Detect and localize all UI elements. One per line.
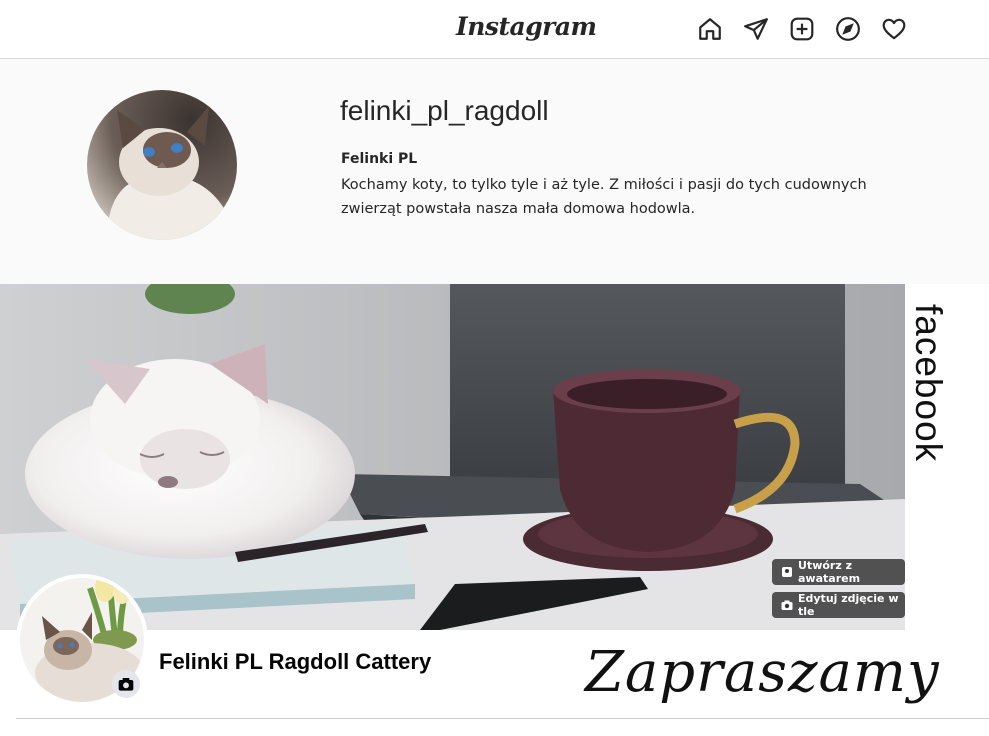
instagram-profile-header: felinki_pl_ragdoll Felinki PL Kochamy ko… — [0, 59, 989, 284]
edit-cover-photo-label: Edytuj zdjęcie w tle — [798, 592, 899, 618]
tagline: Zapraszamy — [585, 640, 940, 705]
create-with-avatar-label: Utwórz z awatarem — [798, 559, 861, 585]
activity-icon[interactable] — [881, 16, 907, 42]
instagram-full-name: Felinki PL — [341, 151, 418, 167]
direct-icon[interactable] — [743, 16, 769, 42]
update-profile-photo-button[interactable] — [112, 670, 140, 698]
instagram-username: felinki_pl_ragdoll — [340, 95, 549, 126]
instagram-bio: Kochamy koty, to tylko tyle i aż tyle. Z… — [341, 177, 867, 217]
new-post-icon[interactable] — [789, 16, 815, 42]
instagram-top-bar: Instagram — [0, 0, 989, 59]
divider — [16, 718, 989, 719]
instagram-logo[interactable]: Instagram — [456, 12, 597, 41]
camera-icon — [781, 600, 793, 610]
facebook-page-name: Felinki PL Ragdoll Cattery — [159, 649, 432, 674]
home-icon[interactable] — [697, 16, 723, 42]
explore-icon[interactable] — [835, 16, 861, 42]
edit-cover-photo-button[interactable]: Edytuj zdjęcie w tle — [772, 592, 905, 618]
camera-icon — [118, 678, 134, 691]
instagram-profile-avatar[interactable] — [87, 90, 237, 240]
create-with-avatar-button[interactable]: Utwórz z awatarem — [772, 559, 905, 585]
avatar-icon — [782, 567, 792, 577]
facebook-cover-photo — [0, 284, 905, 630]
facebook-side-label: facebook — [908, 304, 949, 463]
